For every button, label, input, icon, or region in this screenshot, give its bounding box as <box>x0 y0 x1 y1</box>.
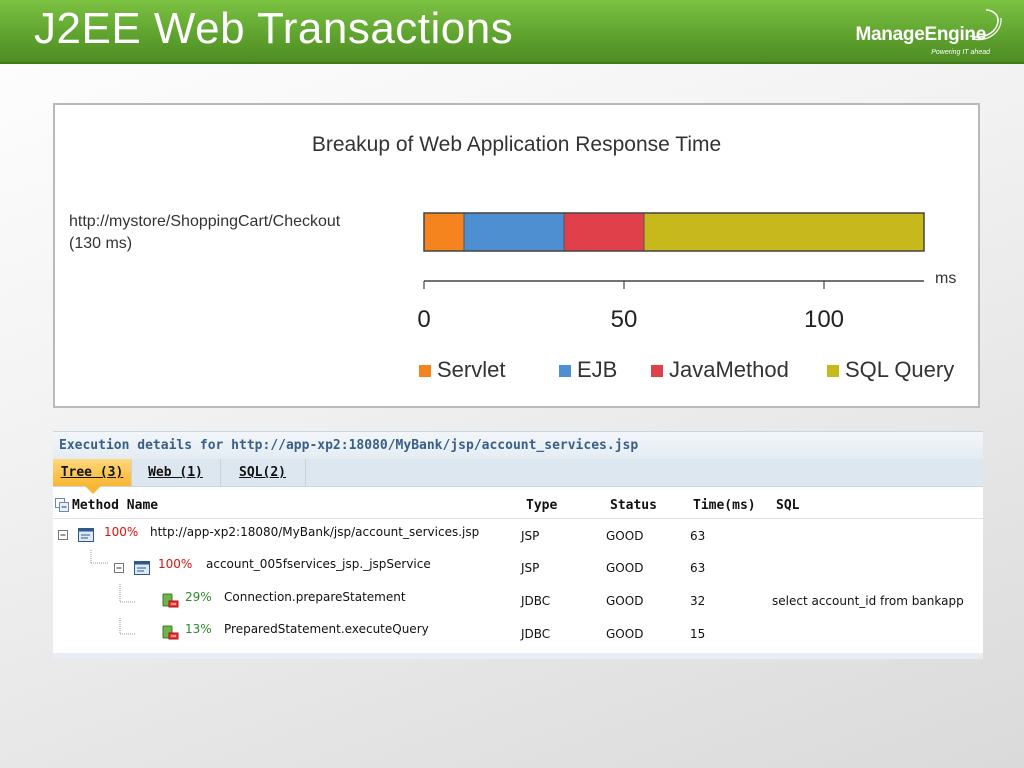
legend-label-sql-query: SQL Query <box>845 357 954 382</box>
response-time-chart-panel: Breakup of Web Application Response Time… <box>53 103 980 408</box>
row-type: JDBC <box>521 594 551 608</box>
row-time: 63 <box>690 529 706 543</box>
jdbc-call-icon <box>162 625 179 640</box>
row-status: GOOD <box>606 529 644 543</box>
brand-logo: ManageEngine Powering IT ahead <box>844 6 1004 58</box>
panel-footer <box>53 653 983 659</box>
tree-connector <box>90 550 108 564</box>
tab-bar: Tree (3) Web (1) SQL(2) <box>53 459 983 494</box>
column-type[interactable]: Type <box>526 493 557 519</box>
column-time[interactable]: Time(ms) <box>693 493 756 519</box>
row-percent: 100% <box>104 525 139 539</box>
row-status: GOOD <box>606 561 644 575</box>
brand-name: ManageEngine <box>855 24 987 45</box>
row-time: 15 <box>690 627 706 641</box>
row-type: JSP <box>521 561 540 575</box>
tab-tree[interactable]: Tree (3) <box>53 459 132 486</box>
bar-segment-ejb <box>463 212 565 252</box>
row-method-name[interactable]: Connection.prepareStatement <box>224 590 406 604</box>
bar-segment-javamethod <box>563 212 645 252</box>
bar-segment-servlet <box>423 212 465 252</box>
legend-swatch-servlet <box>419 365 431 377</box>
column-status[interactable]: Status <box>610 493 657 519</box>
bar-segment-sql-query <box>643 212 925 252</box>
x-axis-unit-label: ms <box>935 270 956 287</box>
jsp-page-icon <box>78 528 94 542</box>
active-tab-pointer <box>85 486 101 494</box>
row-percent: 100% <box>158 557 193 571</box>
collapse-toggle-icon[interactable] <box>58 530 69 541</box>
legend-swatch-javamethod <box>651 365 663 377</box>
row-type: JDBC <box>521 627 551 641</box>
legend-swatch-sql-query <box>827 365 839 377</box>
row-time: 32 <box>690 594 706 608</box>
tree-connector <box>119 584 135 603</box>
slide-title: J2EE Web Transactions <box>34 4 514 53</box>
legend-label-servlet: Servlet <box>437 357 505 382</box>
row-time: 63 <box>690 561 706 575</box>
row-percent: 13% <box>185 622 212 636</box>
row-method-name[interactable]: PreparedStatement.executeQuery <box>224 622 429 636</box>
legend-swatch-ejb <box>559 365 571 377</box>
row-method-name[interactable]: account_005fservices_jsp._jspService <box>206 557 431 571</box>
tab-web[interactable]: Web (1) <box>131 459 221 486</box>
row-sql: select account_id from bankapp <box>772 594 964 608</box>
tab-sql[interactable]: SQL(2) <box>220 459 306 486</box>
execution-details-panel: Execution details for http://app-xp2:180… <box>53 431 983 659</box>
legend-label-javamethod: JavaMethod <box>669 357 789 382</box>
stacked-bar-chart: 0 50 100 ms Servlet EJB JavaMethod SQL Query <box>417 212 956 382</box>
x-tick-label-50: 50 <box>611 306 638 333</box>
jdbc-call-icon <box>162 593 179 608</box>
column-method-name[interactable]: Method Name <box>72 493 158 519</box>
x-tick-label-100: 100 <box>804 306 844 333</box>
legend-label-ejb: EJB <box>577 357 617 382</box>
row-status: GOOD <box>606 594 644 608</box>
jsp-method-icon <box>134 561 150 575</box>
row-status: GOOD <box>606 627 644 641</box>
x-tick-label-0: 0 <box>417 306 430 333</box>
tree-connector <box>119 618 135 635</box>
row-method-name[interactable]: http://app-xp2:18080/MyBank/jsp/account_… <box>150 525 479 539</box>
brand-tagline: Powering IT ahead <box>931 49 990 56</box>
column-sql[interactable]: SQL <box>776 493 799 519</box>
row-percent: 29% <box>185 590 212 604</box>
row-type: JSP <box>521 529 540 543</box>
expand-all-icon[interactable] <box>55 498 69 512</box>
table-header-row <box>53 488 983 519</box>
slide-header: J2EE Web Transactions ManageEngine Power… <box>0 0 1024 64</box>
execution-details-header: Execution details for http://app-xp2:180… <box>53 432 983 459</box>
collapse-toggle-icon[interactable] <box>114 563 125 574</box>
